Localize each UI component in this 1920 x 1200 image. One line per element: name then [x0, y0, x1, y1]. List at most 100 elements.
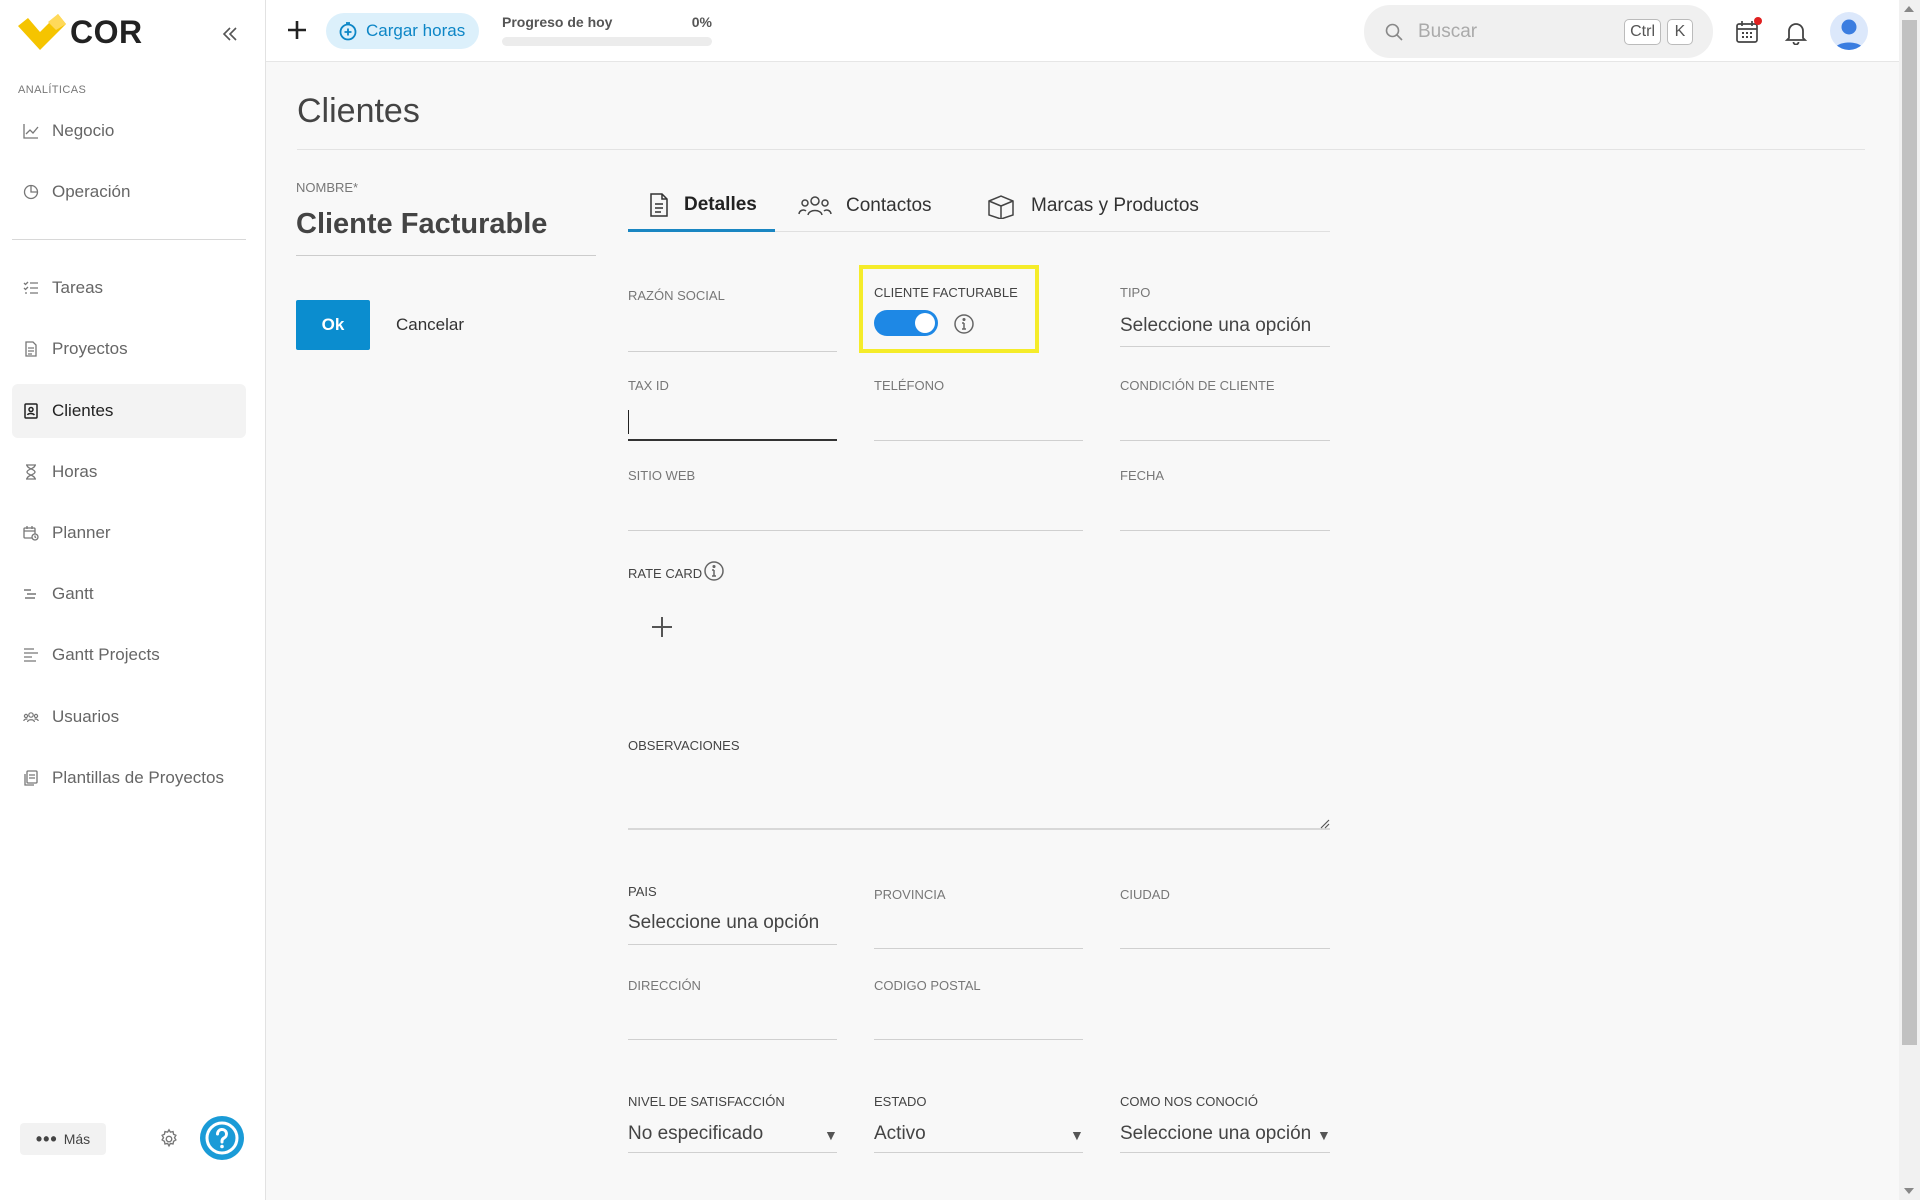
- dropdown-arrow-icon: ▼: [1317, 1127, 1331, 1143]
- sidebar-item-planner[interactable]: Planner: [12, 506, 246, 560]
- search-input[interactable]: Buscar Ctrl K: [1364, 5, 1713, 58]
- tab-detalles[interactable]: Detalles: [628, 180, 775, 232]
- field-label: COMO NOS CONOCIÓ: [1120, 1094, 1258, 1109]
- codigo-postal-field[interactable]: CODIGO POSTAL: [874, 976, 1083, 1041]
- progress-label: Progreso de hoy: [502, 14, 613, 30]
- field-label: TAX ID: [628, 378, 669, 393]
- detail-tabs: Detalles Contactos Marcas y Productos: [628, 180, 1330, 232]
- add-icon[interactable]: [284, 17, 310, 43]
- field-underline: [874, 1039, 1083, 1040]
- field-label: FECHA: [1120, 468, 1165, 483]
- textarea-underline: [628, 828, 1330, 830]
- hourglass-icon: [22, 463, 40, 481]
- field-underline-focused: [628, 439, 837, 441]
- direccion-field[interactable]: DIRECCIÓN: [628, 976, 837, 1041]
- field-label: NIVEL DE SATISFACCIÓN: [628, 1094, 785, 1109]
- highlight-box: [859, 265, 1039, 353]
- sidebar-item-label: Usuarios: [52, 707, 120, 726]
- sidebar-item-gantt-projects[interactable]: Gantt Projects: [12, 628, 246, 682]
- sitio-web-field[interactable]: SITIO WEB: [628, 466, 1083, 531]
- tab-contactos[interactable]: Contactos: [798, 180, 932, 232]
- resize-grip-icon[interactable]: [1318, 816, 1330, 829]
- sidebar-item-operacion[interactable]: Operación: [12, 165, 246, 219]
- field-underline: [1120, 1152, 1330, 1153]
- field-label: DIRECCIÓN: [628, 978, 701, 993]
- sidebar-item-clientes[interactable]: Clientes: [12, 384, 246, 438]
- scroll-up-icon[interactable]: [1904, 6, 1914, 12]
- field-label: TIPO: [1120, 285, 1151, 300]
- cancel-button[interactable]: Cancelar: [396, 315, 464, 335]
- app-logo[interactable]: COR: [18, 12, 143, 52]
- sidebar-item-label: Gantt: [52, 584, 94, 603]
- ok-button[interactable]: Ok: [296, 300, 370, 350]
- fecha-field[interactable]: FECHA: [1120, 466, 1330, 531]
- como-nos-conocio-select[interactable]: COMO NOS CONOCIÓ Seleccione una opción ▼: [1120, 1092, 1331, 1154]
- sidebar-item-plantillas[interactable]: Plantillas de Proyectos: [12, 751, 246, 805]
- estado-select[interactable]: ESTADO Activo ▼: [874, 1092, 1084, 1154]
- sidebar-item-negocio[interactable]: Negocio: [12, 104, 246, 158]
- sidebar-item-usuarios[interactable]: Usuarios: [12, 690, 246, 744]
- gear-icon[interactable]: [158, 1128, 182, 1152]
- shortcut-key-k: K: [1667, 18, 1693, 45]
- sidebar-item-label: Plantillas de Proyectos: [52, 768, 224, 787]
- pie-chart-icon: [22, 183, 40, 201]
- field-underline: [1120, 948, 1330, 949]
- field-underline: [1120, 530, 1330, 531]
- ciudad-field[interactable]: CIUDAD: [1120, 885, 1330, 950]
- title-divider: [297, 149, 1865, 150]
- search-placeholder: Buscar: [1418, 20, 1478, 42]
- pais-select[interactable]: PAIS Seleccione una opción: [628, 882, 837, 945]
- dropdown-arrow-icon: ▼: [824, 1127, 838, 1143]
- calendar-clock-icon: [22, 524, 40, 542]
- provincia-field[interactable]: PROVINCIA: [874, 885, 1083, 950]
- document-icon: [22, 340, 40, 358]
- add-rate-card-icon[interactable]: [649, 614, 675, 640]
- more-button[interactable]: ••• Más: [20, 1123, 106, 1155]
- load-hours-button[interactable]: Cargar horas: [326, 13, 480, 49]
- gantt-icon: [22, 585, 40, 603]
- help-button[interactable]: [200, 1116, 244, 1160]
- tipo-select[interactable]: TIPO Seleccione una opción: [1120, 283, 1330, 347]
- scroll-down-icon[interactable]: [1904, 1188, 1914, 1194]
- page-scrollbar[interactable]: [1899, 0, 1920, 1200]
- field-value: Seleccione una opción: [1120, 1123, 1312, 1144]
- field-underline: [628, 530, 1083, 531]
- collapse-sidebar-icon[interactable]: [218, 22, 242, 46]
- field-underline: [1120, 346, 1330, 347]
- nivel-satisfaccion-select[interactable]: NIVEL DE SATISFACCIÓN No especificado ▼: [628, 1092, 838, 1154]
- razon-social-field[interactable]: RAZÓN SOCIAL: [628, 286, 837, 352]
- condicion-cliente-field[interactable]: CONDICIÓN DE CLIENTE: [1120, 376, 1330, 441]
- more-dots-icon: •••: [35, 1129, 58, 1149]
- rate-card-info-icon[interactable]: [703, 560, 725, 582]
- scroll-thumb[interactable]: [1902, 20, 1917, 1045]
- tab-label: Contactos: [846, 195, 932, 216]
- calendar-icon[interactable]: [1734, 17, 1762, 45]
- sidebar-item-tareas[interactable]: Tareas: [12, 261, 246, 315]
- sidebar-item-label: Proyectos: [52, 339, 128, 358]
- field-underline: [628, 1039, 837, 1040]
- user-avatar-icon: [1834, 19, 1864, 50]
- telefono-field[interactable]: TELÉFONO: [874, 376, 1083, 441]
- field-label: CONDICIÓN DE CLIENTE: [1120, 378, 1275, 393]
- sidebar-section-label: ANALÍTICAS: [18, 84, 87, 96]
- tab-label: Marcas y Productos: [1031, 195, 1199, 216]
- tab-marcas-productos[interactable]: Marcas y Productos: [985, 180, 1199, 232]
- sidebar-item-horas[interactable]: Horas: [12, 445, 246, 499]
- sidebar-item-gantt[interactable]: Gantt: [12, 567, 246, 621]
- field-underline: [874, 440, 1083, 441]
- client-name-field[interactable]: Cliente Facturable: [296, 208, 547, 241]
- field-underline: [628, 1152, 837, 1153]
- tax-id-field[interactable]: TAX ID: [628, 376, 837, 441]
- observaciones-textarea[interactable]: OBSERVACIONES: [628, 736, 1330, 830]
- question-icon: [205, 1121, 239, 1155]
- cliente-facturable-toggle[interactable]: [874, 310, 938, 336]
- sidebar-item-proyectos[interactable]: Proyectos: [12, 322, 246, 376]
- avatar[interactable]: [1830, 12, 1868, 50]
- field-value: Activo: [874, 1123, 926, 1144]
- sidebar-divider: [12, 239, 246, 240]
- bell-icon[interactable]: [1783, 19, 1809, 46]
- field-label: RATE CARD: [628, 566, 703, 581]
- sidebar-item-label: Horas: [52, 462, 98, 481]
- info-icon[interactable]: [953, 313, 975, 335]
- sidebar-item-label: Operación: [52, 182, 131, 201]
